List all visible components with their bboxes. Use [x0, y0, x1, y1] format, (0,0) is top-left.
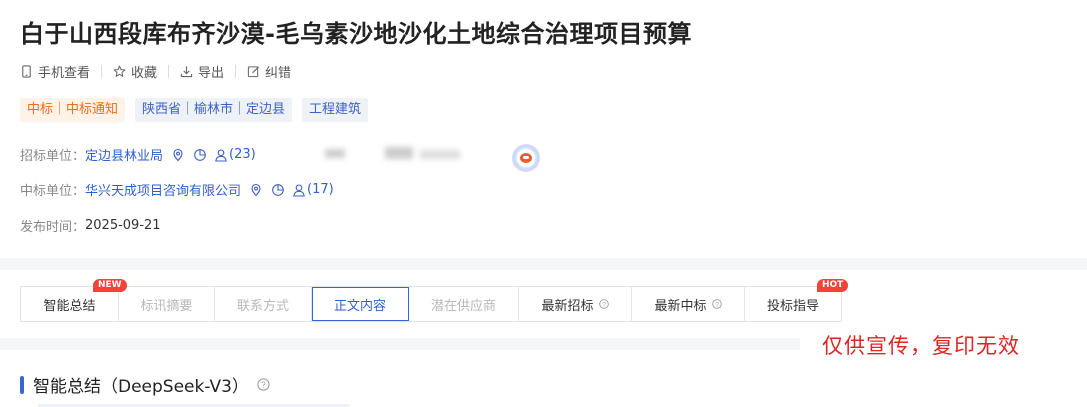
publish-label: 发布时间：: [20, 220, 86, 235]
region-tag[interactable]: 陕西省｜榆林市｜定边县: [135, 98, 293, 122]
tab-bid-summary[interactable]: 标讯摘要: [119, 287, 215, 321]
divider: [101, 65, 103, 78]
edit-icon: [247, 66, 260, 78]
tab-label: 最新招标: [541, 298, 594, 314]
tab-label: 智能总结: [43, 298, 96, 314]
tab-main-content[interactable]: 正文内容: [312, 287, 409, 321]
tab-label: 最新中标: [654, 298, 707, 314]
ai-assistant-icon[interactable]: [512, 144, 540, 172]
tab-smart-summary[interactable]: 智能总结 NEW: [21, 279, 127, 321]
pie-chart-icon[interactable]: [193, 148, 207, 162]
user-icon: [215, 148, 227, 162]
hot-badge: HOT: [817, 279, 849, 292]
tag-list: 中标｜中标通知 陕西省｜榆林市｜定边县 工程建筑: [20, 98, 378, 122]
winner-contacts-count[interactable]: (17): [292, 182, 334, 197]
winner-link[interactable]: 华兴天成项目咨询有限公司: [85, 180, 241, 199]
download-icon: [180, 66, 193, 78]
section-divider: [0, 258, 1087, 270]
pie-chart-icon[interactable]: [271, 183, 285, 197]
export-label: 导出: [198, 66, 225, 81]
winner-label: 中标单位：: [20, 184, 86, 199]
section-accent-bar: [20, 375, 24, 394]
tab-latest-awards[interactable]: 最新中标 ?: [632, 287, 745, 321]
section-divider: [0, 338, 800, 350]
status-tag: 中标｜中标通知: [20, 98, 126, 122]
tab-contact-info[interactable]: 联系方式: [215, 287, 312, 321]
section-header: 智能总结（DeepSeek-V3） ?: [20, 372, 270, 397]
tenderer-count-text: (23): [229, 147, 256, 162]
section-title-text: 智能总结（DeepSeek-V3）: [33, 377, 249, 397]
tenderer-label: 招标单位：: [20, 149, 86, 164]
divider: [168, 65, 170, 78]
publish-date: 2025-09-21: [85, 218, 161, 233]
tab-label: 投标指导: [766, 298, 819, 314]
publish-row: 发布时间： 2025-09-21: [20, 216, 161, 235]
winner-count-text: (17): [307, 182, 334, 197]
report-error-button[interactable]: 纠错: [247, 62, 291, 81]
obscured-text: [325, 143, 485, 165]
help-icon[interactable]: ?: [598, 299, 609, 309]
tab-label: 正文内容: [333, 298, 386, 314]
page-title: 白于山西段库布齐沙漠-毛乌素沙地沙化土地综合治理项目预算: [20, 20, 692, 48]
tab-bar: 智能总结 NEW 标讯摘要 联系方式 正文内容 潜在供应商 最新招标 ? 最新中…: [20, 279, 849, 322]
tab-bidding-guide[interactable]: 投标指导 HOT: [745, 279, 849, 321]
tab-latest-tenders[interactable]: 最新招标 ?: [519, 287, 632, 321]
svg-text:?: ?: [261, 381, 266, 390]
tenderer-row: 招标单位： 定边县林业局 (23): [20, 145, 256, 164]
svg-text:?: ?: [715, 301, 719, 308]
watermark-text: 仅供宣传，复印无效: [822, 334, 1020, 358]
tenderer-contacts-count[interactable]: (23): [214, 147, 256, 162]
help-icon[interactable]: ?: [257, 378, 270, 391]
divider: [235, 65, 237, 78]
location-icon[interactable]: [249, 183, 263, 197]
export-button[interactable]: 导出: [180, 62, 224, 81]
category-tag[interactable]: 工程建筑: [302, 98, 369, 122]
mobile-view-button[interactable]: 手机查看: [20, 62, 90, 81]
redacted-block: [325, 147, 460, 159]
mobile-icon: [22, 65, 31, 78]
tab-label: 联系方式: [236, 298, 289, 314]
report-error-label: 纠错: [265, 66, 292, 81]
tab-label: 标讯摘要: [140, 298, 193, 314]
favorite-label: 收藏: [131, 66, 158, 81]
favorite-button[interactable]: 收藏: [113, 62, 157, 81]
user-icon: [293, 183, 305, 197]
tab-label: 潜在供应商: [430, 298, 496, 314]
tab-potential-suppliers[interactable]: 潜在供应商: [409, 287, 519, 321]
tenderer-link[interactable]: 定边县林业局: [85, 145, 163, 164]
location-icon[interactable]: [171, 148, 185, 162]
winner-row: 中标单位： 华兴天成项目咨询有限公司 (17): [20, 180, 334, 199]
svg-text:?: ?: [602, 301, 606, 308]
star-icon: [113, 65, 126, 77]
action-bar: 手机查看 收藏 导出 纠错: [20, 62, 291, 81]
help-icon[interactable]: ?: [711, 299, 722, 309]
mobile-view-label: 手机查看: [38, 66, 91, 81]
